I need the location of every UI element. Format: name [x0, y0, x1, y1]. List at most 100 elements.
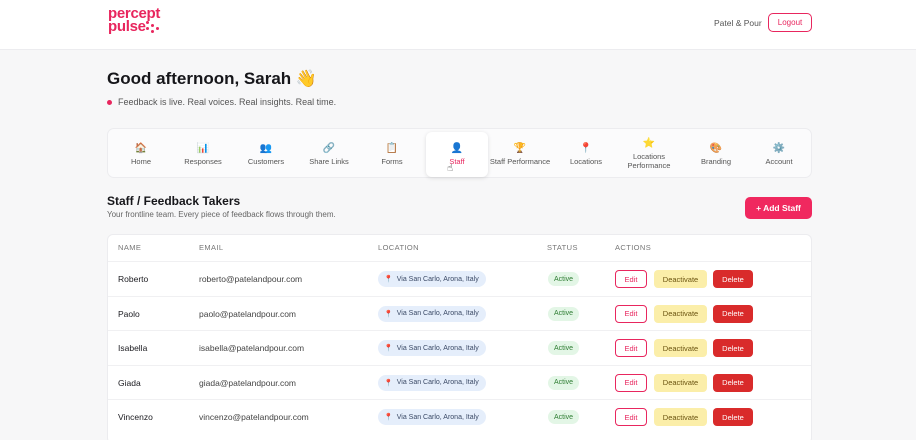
nav-tab-responses[interactable]: 📊 Responses	[172, 129, 234, 179]
pin-icon: 📍	[384, 276, 393, 283]
status-badge: Active	[548, 375, 580, 390]
live-status: Feedback is live. Real voices. Real insi…	[107, 97, 336, 107]
column-header-name: NAME	[118, 243, 142, 252]
nav-tab-account[interactable]: ⚙️ Account	[748, 129, 810, 179]
location-badge: 📍 Via San Carlo, Arona, Italy	[378, 305, 486, 322]
location-text: Via San Carlo, Arona, Italy	[396, 310, 479, 317]
location-badge: 📍 Via San Carlo, Arona, Italy	[378, 374, 486, 391]
nav-tab-label: Locations Performance	[627, 152, 671, 170]
nav-tab-label: Customers	[247, 156, 285, 166]
location-text: Via San Carlo, Arona, Italy	[396, 379, 479, 386]
staff-name: Vincenzo	[118, 412, 153, 422]
nav-tab-branding[interactable]: 🎨 Branding	[685, 129, 747, 179]
person-icon: 👤	[450, 143, 464, 154]
deactivate-button[interactable]: Deactivate	[654, 270, 707, 288]
nav-tab-locations[interactable]: 📍 Locations	[555, 129, 617, 179]
nav-tab-share-links[interactable]: 🔗 Share Links	[298, 129, 360, 179]
location-text: Via San Carlo, Arona, Italy	[396, 275, 479, 283]
nav-tab-staff[interactable]: 👤 Staff	[426, 132, 488, 177]
pin-icon: 📍	[384, 310, 393, 318]
nav-tab-customers[interactable]: 👥 Customers	[235, 129, 297, 179]
edit-button[interactable]: Edit	[615, 408, 647, 426]
table-row: Vincenzo vincenzo@patelandpour.com 📍 Via Sa…	[108, 399, 811, 433]
delete-button[interactable]: Delete	[713, 304, 753, 323]
staff-email: isabella@patelandpour.com	[199, 343, 305, 353]
location-badge: 📍 Via San Carlo, Arona, Italy	[378, 340, 486, 356]
trophy-icon: 🏆	[513, 142, 527, 154]
top-bar: percept pulse Patel & Pour Logout	[0, 0, 916, 50]
greeting-title: Good afternoon, Sarah 👋	[107, 69, 318, 88]
table-row: Roberto roberto@patelandpour.com 📍 Via San …	[108, 261, 811, 295]
edit-button[interactable]: Edit	[615, 270, 647, 288]
people-icon: 👥	[259, 142, 273, 154]
logo[interactable]: percept pulse	[108, 6, 162, 34]
bar-chart-icon: 📊	[196, 142, 210, 154]
pin-icon: 📍	[384, 379, 393, 387]
status-badge: Active	[548, 272, 580, 286]
deactivate-button[interactable]: Deactivate	[654, 373, 707, 392]
delete-button[interactable]: Delete	[713, 408, 753, 426]
nav-tab-forms[interactable]: 📋 Forms	[361, 129, 423, 179]
nav-tab-label: Branding	[700, 156, 732, 166]
main-nav: 🏠 Home 📊 Responses 👥 Customers 🔗 Share Links 📋 Fo…	[107, 128, 812, 178]
table-row: Giada giada@patelandpour.com 📍 Via San Carl…	[108, 364, 811, 399]
staff-email: vincenzo@patelandpour.com	[199, 412, 309, 422]
deactivate-button[interactable]: Deactivate	[654, 339, 707, 357]
logout-button[interactable]: Logout	[768, 13, 812, 32]
nav-tab-staff-performance[interactable]: 🏆 Staff Performance	[489, 129, 551, 179]
mouse-cursor-icon: ☝	[447, 163, 454, 174]
table-row: Isabella isabella@patelandpour.com 📍 Via Sa…	[108, 330, 811, 364]
staff-table: NAME EMAIL LOCATION STATUS ACTIONS Rober…	[107, 234, 812, 440]
edit-button[interactable]: Edit	[615, 339, 647, 357]
live-dot-icon	[107, 99, 112, 105]
deactivate-button[interactable]: Deactivate	[654, 408, 707, 426]
staff-email: roberto@patelandpour.com	[199, 274, 303, 284]
status-badge: Active	[548, 410, 580, 424]
location-badge: 📍 Via San Carlo, Arona, Italy	[378, 271, 486, 287]
table-row: Paolo paolo@patelandpour.com 📍 Via San Carl…	[108, 295, 811, 330]
delete-button[interactable]: Delete	[713, 339, 753, 357]
staff-name: Paolo	[118, 308, 140, 319]
deactivate-button[interactable]: Deactivate	[654, 304, 707, 323]
delete-button[interactable]: Delete	[713, 270, 753, 288]
column-header-location: LOCATION	[378, 243, 419, 252]
clipboard-icon: 📋	[385, 142, 399, 154]
logo-dots-icon	[146, 21, 162, 33]
section-title: Staff / Feedback Takers	[107, 194, 241, 208]
location-badge: 📍 Via San Carlo, Arona, Italy	[378, 409, 486, 425]
status-badge: Active	[548, 341, 580, 355]
nav-tab-locations-performance[interactable]: ⭐ Locations Performance	[618, 129, 680, 179]
pin-icon: 📍	[384, 345, 393, 352]
pin-icon: 📍	[384, 414, 393, 421]
location-text: Via San Carlo, Arona, Italy	[396, 344, 479, 352]
live-status-text: Feedback is live. Real voices. Real insi…	[118, 97, 337, 107]
column-header-email: EMAIL	[199, 243, 224, 252]
delete-button[interactable]: Delete	[713, 373, 753, 392]
pin-icon: 📍	[579, 142, 593, 154]
location-text: Via San Carlo, Arona, Italy	[396, 413, 479, 421]
edit-button[interactable]: Edit	[615, 373, 647, 392]
account-name: Patel & Pour	[714, 18, 762, 28]
star-icon: ⭐	[642, 138, 656, 149]
column-header-status: STATUS	[547, 243, 578, 252]
staff-email: paolo@patelandpour.com	[199, 308, 297, 319]
staff-email: giada@patelandpour.com	[199, 377, 297, 388]
nav-tab-label: Share Links	[309, 156, 349, 166]
edit-button[interactable]: Edit	[615, 304, 647, 323]
staff-name: Roberto	[118, 274, 149, 284]
column-header-actions: ACTIONS	[615, 243, 652, 252]
palette-icon: 🎨	[709, 142, 723, 154]
add-staff-button[interactable]: + Add Staff	[745, 197, 812, 219]
staff-name: Giada	[118, 377, 141, 388]
staff-name: Isabella	[118, 343, 148, 353]
section-subtitle: Your frontline team. Every piece of feed…	[107, 210, 336, 219]
nav-tab-label: Responses	[184, 156, 222, 166]
nav-tab-label: Forms	[381, 156, 403, 166]
nav-tab-label: Locations	[569, 156, 603, 166]
nav-tab-home[interactable]: 🏠 Home	[110, 129, 172, 179]
gear-icon: ⚙️	[772, 142, 786, 154]
home-icon: 🏠	[134, 142, 148, 154]
nav-tab-label: Staff Performance	[489, 156, 551, 166]
link-icon: 🔗	[322, 142, 336, 154]
nav-tab-label: Home	[130, 156, 151, 166]
